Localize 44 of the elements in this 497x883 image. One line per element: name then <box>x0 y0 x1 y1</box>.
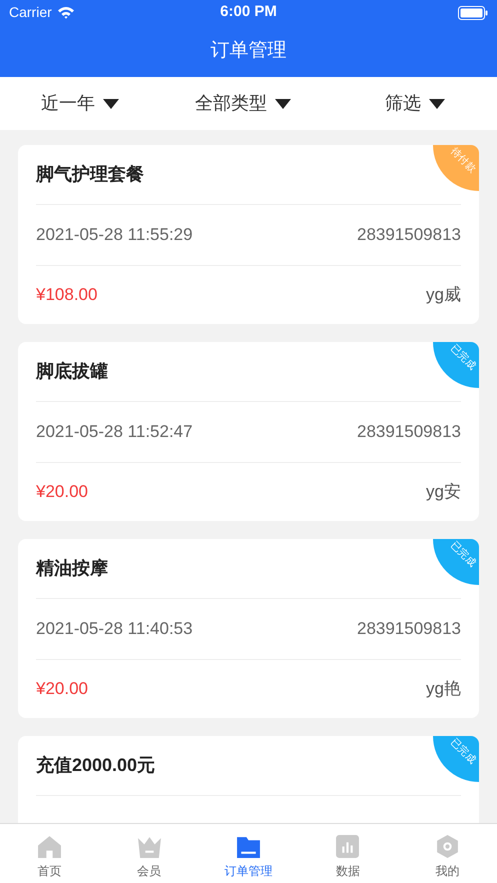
carrier-text: Carrier <box>9 3 52 22</box>
order-card[interactable]: 精油按摩 2021-05-28 11:40:53 28391509813 ¥20.00 yg艳 已完成 <box>18 539 479 718</box>
status-badge: 待付款 <box>433 145 479 191</box>
status-badge: 已完成 <box>433 736 479 782</box>
order-number: 28391509813 <box>356 224 461 246</box>
order-date: 2021-05-28 11:52:47 <box>36 421 193 444</box>
order-number: 28391509813 <box>356 618 461 640</box>
staff-name: yg安 <box>426 481 461 504</box>
order-price: ¥108.00 <box>36 284 98 306</box>
battery-icon <box>458 6 488 20</box>
staff-name: yg威 <box>426 284 461 306</box>
filter-dropdown[interactable]: 全部类型 <box>176 90 310 117</box>
clock-text: 6:00 PM <box>220 2 277 22</box>
caret-icon <box>275 98 291 108</box>
tab-item[interactable]: 首页 <box>0 824 100 883</box>
tab-item[interactable]: 数据 <box>298 824 398 883</box>
tab-item[interactable]: 会员 <box>99 824 199 883</box>
status-badge: 已完成 <box>433 539 479 585</box>
order-date: 2021-05-28 11:40:53 <box>36 618 193 640</box>
order-number: 28391509813 <box>356 421 461 444</box>
home-icon <box>37 834 62 859</box>
bar-chart-icon <box>335 834 360 859</box>
order-price: ¥20.00 <box>36 481 88 504</box>
order-card[interactable]: 脚气护理套餐 2021-05-28 11:55:29 28391509813 ¥108.00 yg威 待付款 <box>18 145 479 324</box>
caret-icon <box>103 98 119 108</box>
filter-dropdown[interactable]: 近一年 <box>0 90 176 117</box>
order-date: 2021-05-28 11:55:29 <box>36 224 193 246</box>
order-card[interactable]: 脚底拔罐 2021-05-28 11:52:47 28391509813 ¥20.00 yg安 已完成 <box>18 342 479 521</box>
order-title: 充值2000.00元 <box>36 754 156 777</box>
order-title: 脚底拔罐 <box>36 360 108 383</box>
order-price: ¥20.00 <box>36 678 88 700</box>
caret-icon <box>429 98 446 108</box>
status-badge: 已完成 <box>433 342 479 388</box>
folder-icon <box>236 834 262 859</box>
tab-item[interactable]: 订单管理 <box>198 824 298 883</box>
page-title: 订单管理 <box>210 38 286 63</box>
order-card[interactable]: 充值2000.00元 已完成 <box>18 736 479 823</box>
filter-dropdown[interactable]: 筛选 <box>310 90 497 117</box>
tab-item[interactable]: 我的 <box>398 824 497 883</box>
wifi-icon <box>56 6 75 19</box>
order-title: 精油按摩 <box>36 557 108 580</box>
staff-name: yg艳 <box>426 678 461 700</box>
order-title: 脚气护理套餐 <box>36 163 144 186</box>
hexagon-icon <box>434 834 460 859</box>
